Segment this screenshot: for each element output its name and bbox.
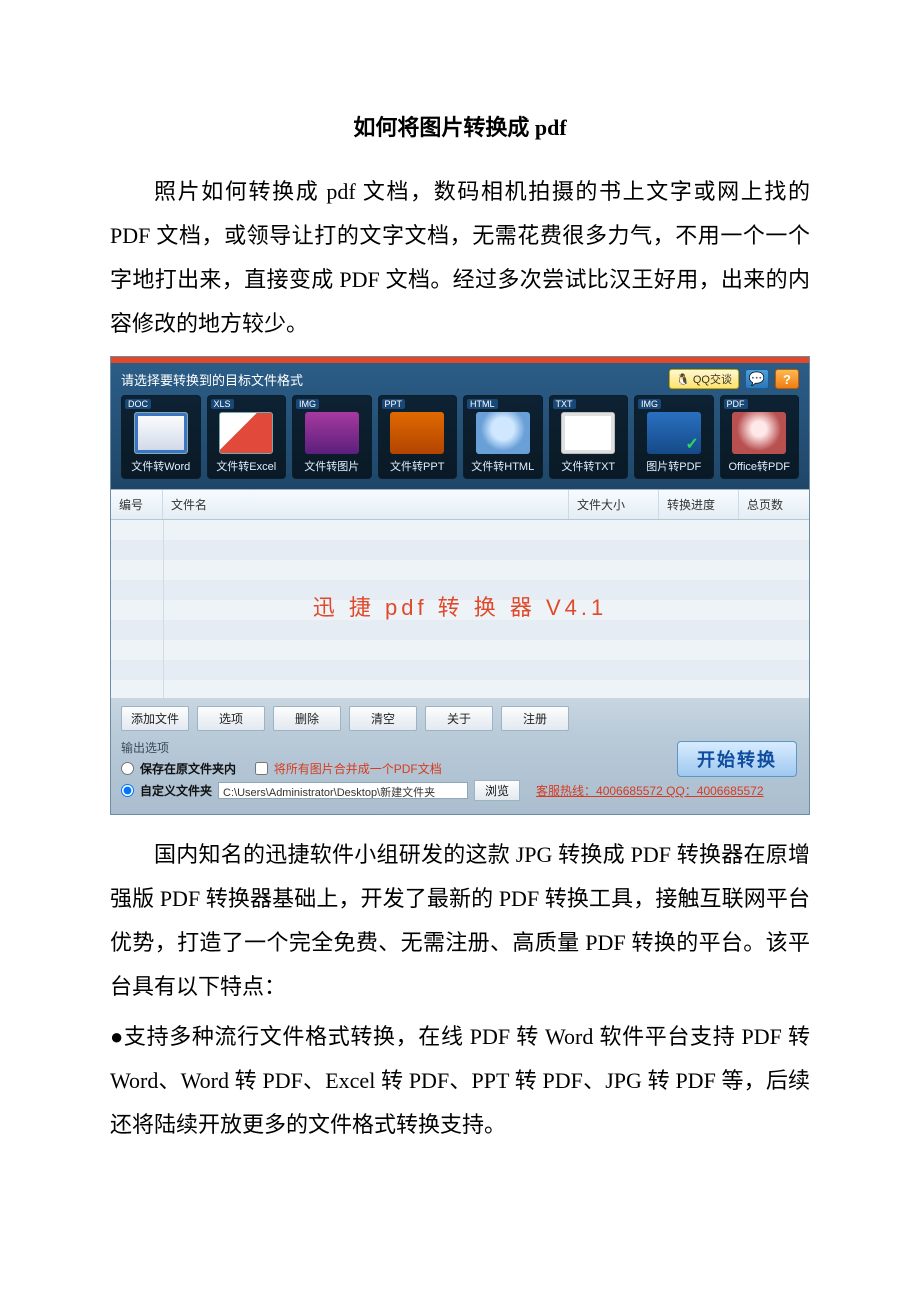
format-tile-img[interactable]: IMG 文件转图片 <box>292 395 372 479</box>
qq-chat-label: QQ交谈 <box>693 371 732 387</box>
custom-folder-radio[interactable] <box>121 784 134 797</box>
tile-thumb-icon <box>390 412 444 454</box>
format-tiles: DOC 文件转Word XLS 文件转Excel IMG 文件转图片 PPT 文件转PPT HT… <box>121 395 799 479</box>
penguin-icon: 🐧 <box>676 373 690 386</box>
tile-thumb-icon <box>647 412 701 454</box>
merge-images-checkbox[interactable] <box>255 762 268 775</box>
chat-icon[interactable]: 💬 <box>745 369 769 389</box>
tile-thumb-icon <box>561 412 615 454</box>
format-tile-xls[interactable]: XLS 文件转Excel <box>207 395 287 479</box>
col-filename[interactable]: 文件名 <box>163 490 569 519</box>
register-button[interactable]: 注册 <box>501 706 569 731</box>
tile-badge: IMG <box>296 399 319 409</box>
tile-thumb-icon <box>476 412 530 454</box>
tile-thumb-icon <box>732 412 786 454</box>
start-convert-button[interactable]: 开始转换 <box>677 741 797 777</box>
tile-badge: TXT <box>553 399 576 409</box>
tile-label: 文件转图片 <box>295 458 369 474</box>
col-filesize[interactable]: 文件大小 <box>569 490 659 519</box>
doc-title: 如何将图片转换成 pdf <box>110 110 810 142</box>
app-screenshot: 请选择要转换到的目标文件格式 🐧 QQ交谈 💬 ? DOC 文件转Word XLS 文… <box>110 356 810 815</box>
col-pages[interactable]: 总页数 <box>739 490 809 519</box>
tile-thumb-icon <box>219 412 273 454</box>
col-progress[interactable]: 转换进度 <box>659 490 739 519</box>
tile-label: 图片转PDF <box>637 458 711 474</box>
format-tile-txt[interactable]: TXT 文件转TXT <box>549 395 629 479</box>
format-prompt: 请选择要转换到的目标文件格式 <box>121 370 303 389</box>
format-tile-ppt[interactable]: PPT 文件转PPT <box>378 395 458 479</box>
qq-chat-button[interactable]: 🐧 QQ交谈 <box>669 369 739 389</box>
col-number[interactable]: 编号 <box>111 490 163 519</box>
tile-badge: DOC <box>125 399 151 409</box>
format-tile-pdf[interactable]: PDF Office转PDF <box>720 395 800 479</box>
add-file-button[interactable]: 添加文件 <box>121 706 189 731</box>
paragraph-2: 国内知名的迅捷软件小组研发的这款 JPG 转换成 PDF 转换器在原增强版 PD… <box>110 833 810 1009</box>
about-button[interactable]: 关于 <box>425 706 493 731</box>
version-watermark: 迅 捷 pdf 转 换 器 V4.1 <box>313 590 608 622</box>
output-path-input[interactable]: C:\Users\Administrator\Desktop\新建文件夹 <box>218 782 468 799</box>
action-button-row: 添加文件 选项 删除 清空 关于 注册 <box>111 698 809 735</box>
output-options: 输出选项 保存在原文件夹内 将所有图片合并成一个PDF文档 自定义文件夹 C:\… <box>111 735 809 814</box>
tile-badge: PPT <box>382 399 406 409</box>
tile-label: 文件转TXT <box>552 458 626 474</box>
save-original-label: 保存在原文件夹内 <box>140 760 236 777</box>
format-tile-doc[interactable]: DOC 文件转Word <box>121 395 201 479</box>
grid-header: 编号 文件名 文件大小 转换进度 总页数 <box>111 490 809 520</box>
browse-button[interactable]: 浏览 <box>474 780 520 801</box>
delete-button[interactable]: 删除 <box>273 706 341 731</box>
tile-label: Office转PDF <box>723 458 797 474</box>
tile-label: 文件转HTML <box>466 458 540 474</box>
save-original-radio[interactable] <box>121 762 134 775</box>
format-tile-html[interactable]: HTML 文件转HTML <box>463 395 543 479</box>
tile-badge: XLS <box>211 399 234 409</box>
paragraph-1: 照片如何转换成 pdf 文档，数码相机拍摄的书上文字或网上找的 PDF 文档，或… <box>110 170 810 346</box>
tile-label: 文件转Word <box>124 458 198 474</box>
options-button[interactable]: 选项 <box>197 706 265 731</box>
format-tile-img2[interactable]: IMG 图片转PDF <box>634 395 714 479</box>
help-icon[interactable]: ? <box>775 369 799 389</box>
tile-badge: PDF <box>724 399 748 409</box>
tile-label: 文件转Excel <box>210 458 284 474</box>
tile-label: 文件转PPT <box>381 458 455 474</box>
grid-body[interactable]: 迅 捷 pdf 转 换 器 V4.1 <box>111 520 809 698</box>
tile-badge: HTML <box>467 399 498 409</box>
clear-button[interactable]: 清空 <box>349 706 417 731</box>
tile-badge: IMG <box>638 399 661 409</box>
file-grid: 编号 文件名 文件大小 转换进度 总页数 迅 捷 pdf 转 换 器 V4.1 <box>111 489 809 698</box>
tile-thumb-icon <box>305 412 359 454</box>
hotline-link[interactable]: 客服热线：4006685572 QQ：4006685572 <box>536 782 763 799</box>
merge-images-label: 将所有图片合并成一个PDF文档 <box>274 760 442 777</box>
format-select-bar: 请选择要转换到的目标文件格式 🐧 QQ交谈 💬 ? DOC 文件转Word XLS 文… <box>111 363 809 489</box>
tile-thumb-icon <box>134 412 188 454</box>
custom-folder-label: 自定义文件夹 <box>140 782 212 799</box>
bullet-1: ●支持多种流行文件格式转换，在线 PDF 转 Word 软件平台支持 PDF 转… <box>110 1015 810 1147</box>
